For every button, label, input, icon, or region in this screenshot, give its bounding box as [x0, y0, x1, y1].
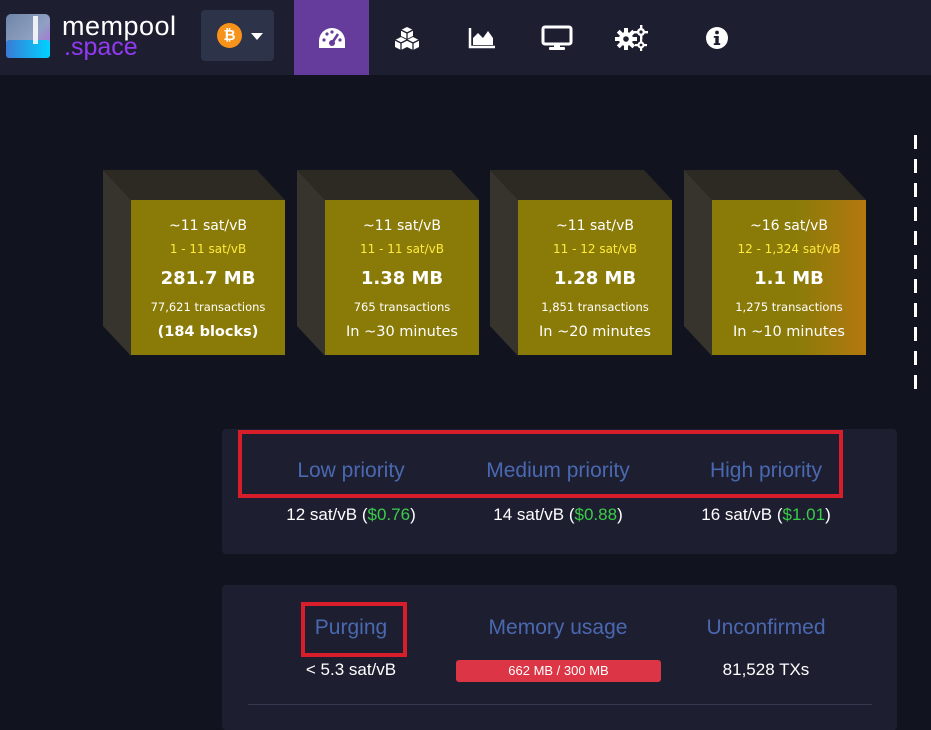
time-to-block: In ~10 minutes [733, 324, 845, 340]
top-navbar: mempool .space ₿ [0, 0, 931, 75]
mempool-block-4[interactable]: ~16 sat/vB 12 - 1,324 sat/vB 1.1 MB 1,27… [684, 170, 866, 356]
cogs-icon [614, 24, 648, 51]
unconfirmed-value: 81,528 TXs [722, 660, 810, 679]
purging-highlight [301, 602, 407, 657]
fee-range: 11 - 12 sat/vB [553, 242, 637, 256]
area-chart-icon [468, 27, 495, 48]
nav-graphs[interactable] [444, 0, 519, 75]
purging-value: < 5.3 sat/vB [305, 660, 397, 679]
nav-dashboard[interactable] [294, 0, 369, 75]
logo-text-space: .space [64, 33, 138, 61]
nav-about[interactable] [679, 0, 754, 75]
time-to-block: In ~20 minutes [539, 324, 651, 340]
fee-range: 12 - 1,324 sat/vB [737, 242, 841, 256]
median-fee: ~11 sat/vB [556, 218, 634, 234]
blockchain-divider [914, 135, 917, 390]
nav-api[interactable] [594, 0, 669, 75]
block-size: 281.7 MB [160, 268, 256, 289]
mempool-block-2[interactable]: ~11 sat/vB 11 - 11 sat/vB 1.38 MB 765 tr… [297, 170, 479, 356]
unconfirmed-title: Unconfirmed [706, 616, 826, 639]
mempool-logo[interactable]: mempool .space [6, 12, 196, 60]
time-to-block: In ~30 minutes [346, 324, 458, 340]
mempool-block-1[interactable]: ~11 sat/vB 1 - 11 sat/vB 281.7 MB 77,621… [103, 170, 285, 356]
medium-priority-fiat: $0.88 [574, 505, 618, 524]
transaction-count: 1,275 transactions [735, 300, 843, 314]
median-fee: ~11 sat/vB [363, 218, 441, 234]
block-size: 1.1 MB [754, 268, 824, 289]
info-icon [705, 26, 728, 49]
medium-priority-fee: 14 sat/vB ($0.88) [493, 505, 623, 524]
high-priority-fee: 16 sat/vB ($1.01) [701, 505, 831, 524]
block-face: ~11 sat/vB 11 - 12 sat/vB 1.28 MB 1,851 … [518, 200, 672, 355]
low-priority-fee: 12 sat/vB ($0.76) [286, 505, 416, 524]
memory-usage-bar: 662 MB / 300 MB [456, 660, 661, 682]
transaction-count: 765 transactions [353, 300, 451, 314]
gauge-icon [318, 27, 345, 48]
nav-tv[interactable] [519, 0, 594, 75]
mempool-logo-icon [6, 14, 50, 58]
low-priority-fiat: $0.76 [367, 505, 411, 524]
time-to-block: (184 blocks) [157, 324, 259, 340]
cubes-icon [394, 26, 419, 50]
transaction-count: 77,621 transactions [150, 300, 266, 314]
high-priority-fiat: $1.01 [782, 505, 826, 524]
fee-range: 1 - 11 sat/vB [169, 242, 247, 256]
transaction-count: 1,851 transactions [541, 300, 649, 314]
nav-blocks[interactable] [369, 0, 444, 75]
block-size: 1.28 MB [553, 268, 637, 289]
block-face: ~11 sat/vB 11 - 11 sat/vB 1.38 MB 765 tr… [325, 200, 479, 355]
monitor-icon [541, 25, 572, 50]
mempool-block-3[interactable]: ~11 sat/vB 11 - 12 sat/vB 1.28 MB 1,851 … [490, 170, 672, 356]
block-face: ~11 sat/vB 1 - 11 sat/vB 281.7 MB 77,621… [131, 200, 285, 355]
card-divider [248, 704, 872, 705]
median-fee: ~16 sat/vB [750, 218, 828, 234]
fee-range: 11 - 11 sat/vB [360, 242, 444, 256]
network-selector-dropdown[interactable]: ₿ [201, 10, 274, 61]
bitcoin-icon: ₿ [217, 23, 242, 48]
block-face: ~16 sat/vB 12 - 1,324 sat/vB 1.1 MB 1,27… [712, 200, 866, 355]
priority-titles-highlight [238, 430, 843, 498]
block-size: 1.38 MB [360, 268, 444, 289]
chevron-down-icon [251, 33, 263, 40]
median-fee: ~11 sat/vB [169, 218, 247, 234]
memory-usage-title: Memory usage [488, 616, 628, 639]
